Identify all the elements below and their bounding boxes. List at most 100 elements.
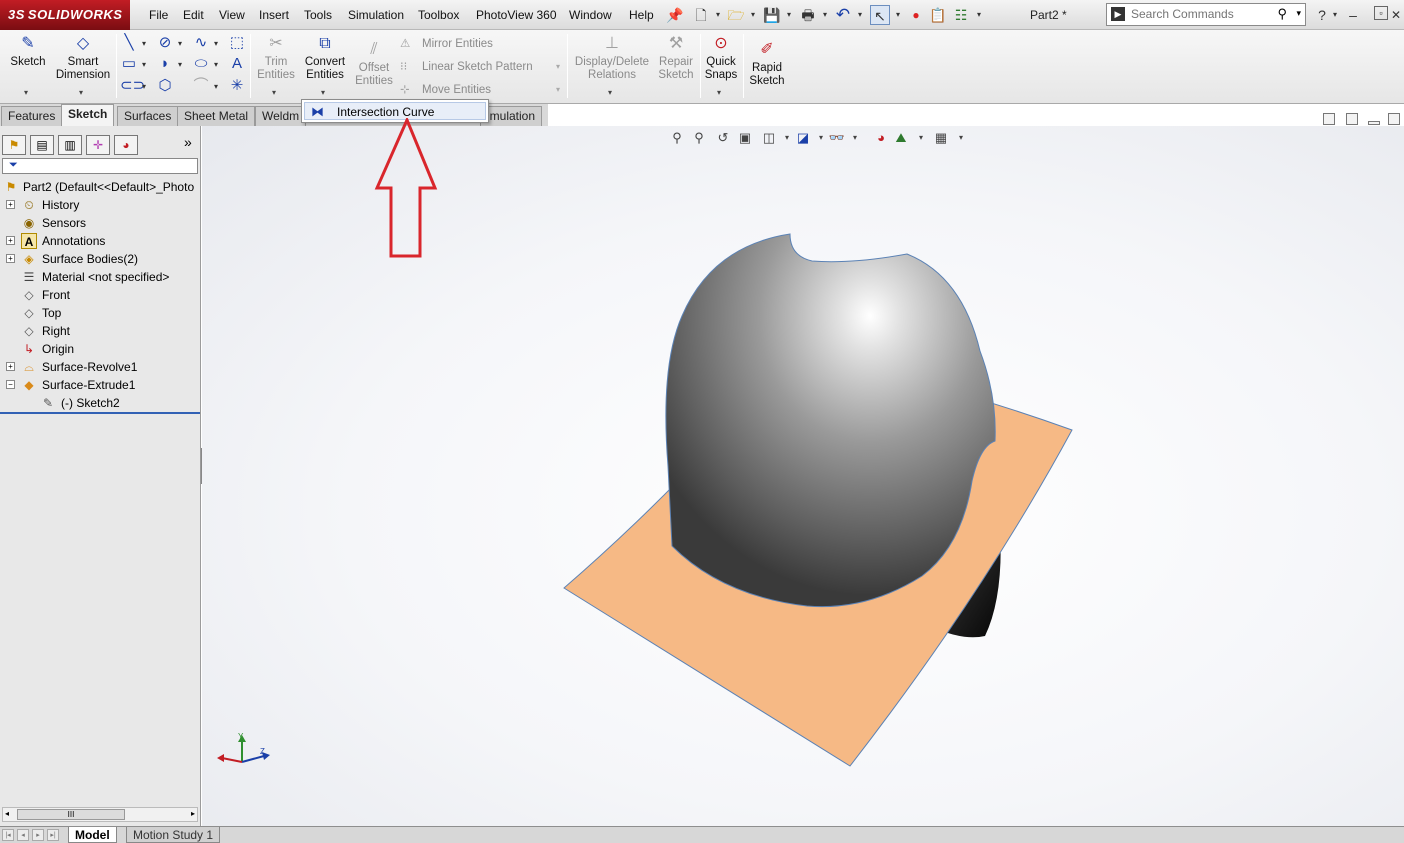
arc-tool-icon[interactable]: ◗ xyxy=(156,55,174,73)
help-dropdown-icon[interactable]: ▾ xyxy=(1330,5,1340,25)
circle-dropdown-icon[interactable]: ▾ xyxy=(178,39,182,48)
tree-item-surface-extrude[interactable]: − ◆ Surface-Extrude1 xyxy=(0,376,200,394)
menu-help[interactable]: Help xyxy=(629,8,654,22)
move-dropdown-icon[interactable]: ▾ xyxy=(556,85,560,94)
tree-filter[interactable]: ⏷ xyxy=(2,158,198,174)
display-manager-icon[interactable]: ◕ xyxy=(114,135,138,155)
slot-dropdown-icon[interactable]: ▾ xyxy=(142,82,146,91)
menu-insert[interactable]: Insert xyxy=(259,8,289,22)
prev-tab-icon[interactable]: ◂ xyxy=(17,829,29,841)
save-dropdown-icon[interactable]: ▾ xyxy=(784,5,794,25)
smart-dimension-dropdown-icon[interactable]: ▾ xyxy=(79,88,83,97)
tree-item-sensors[interactable]: ◉ Sensors xyxy=(0,214,200,232)
expand-icon[interactable]: + xyxy=(6,236,15,245)
tab-sheet-metal[interactable]: Sheet Metal xyxy=(177,106,256,126)
menu-window[interactable]: Window xyxy=(569,8,612,22)
spline-dropdown-icon[interactable]: ▾ xyxy=(214,39,218,48)
line-tool-icon[interactable]: ╲ xyxy=(120,34,138,52)
select-cursor-icon[interactable]: ↖ xyxy=(870,5,890,25)
ellipse-dropdown-icon[interactable]: ▾ xyxy=(214,60,218,69)
print-icon[interactable]: 🖶 xyxy=(799,5,817,25)
save-icon[interactable]: 💾 xyxy=(763,5,781,25)
scroll-left-icon[interactable]: ◂ xyxy=(5,809,9,818)
line-dropdown-icon[interactable]: ▾ xyxy=(142,39,146,48)
tab-sketch[interactable]: Sketch xyxy=(61,104,115,126)
print-dropdown-icon[interactable]: ▾ xyxy=(820,5,830,25)
convert-dropdown-icon[interactable]: ▾ xyxy=(321,88,325,97)
quick-snaps-dropdown-icon[interactable]: ▾ xyxy=(717,88,721,97)
smart-dimension-button[interactable]: ◇ Smart Dimension xyxy=(52,34,114,82)
tree-item-origin[interactable]: ↳ Origin xyxy=(0,340,200,358)
rectangle-dropdown-icon[interactable]: ▾ xyxy=(142,60,146,69)
viewport-split-icon[interactable] xyxy=(1346,113,1358,125)
select-dropdown-icon[interactable]: ▾ xyxy=(893,5,903,25)
expand-icon[interactable]: + xyxy=(6,200,15,209)
linear-pattern-dropdown-icon[interactable]: ▾ xyxy=(556,62,560,71)
tree-item-surface-revolve[interactable]: + ⌓ Surface-Revolve1 xyxy=(0,358,200,376)
menu-photoview[interactable]: PhotoView 360 xyxy=(476,8,557,22)
configuration-manager-icon[interactable]: ▥ xyxy=(58,135,82,155)
linear-sketch-pattern-button[interactable]: ⁝⁝ Linear Sketch Pattern xyxy=(400,59,533,73)
arc-dropdown-icon[interactable]: ▾ xyxy=(178,60,182,69)
viewport-minimize-icon[interactable] xyxy=(1368,121,1380,125)
tree-item-front-plane[interactable]: ◇ Front xyxy=(0,286,200,304)
expand-icon[interactable]: + xyxy=(6,254,15,263)
tab-simulation[interactable]: imulation xyxy=(480,106,543,126)
tree-rollback-bar[interactable] xyxy=(0,412,200,414)
tree-item-history[interactable]: + ⏲ History xyxy=(0,196,200,214)
minimize-window-icon[interactable]: – xyxy=(1346,5,1360,25)
file-properties-icon[interactable]: 📋 xyxy=(929,5,947,25)
feature-manager-tree-icon[interactable]: ⚑ xyxy=(2,135,26,155)
tree-item-surface-bodies[interactable]: + ◈ Surface Bodies(2) xyxy=(0,250,200,268)
mirror-entities-button[interactable]: ⚠ Mirror Entities xyxy=(400,36,493,50)
search-icon[interactable]: ⚲ xyxy=(1277,6,1287,22)
polygon-tool-icon[interactable]: ⬡ xyxy=(156,77,174,95)
trim-entities-button[interactable]: ✂ Trim Entities xyxy=(254,34,298,82)
last-tab-icon[interactable]: ▸| xyxy=(47,829,59,841)
sketch-dropdown-icon[interactable]: ▾ xyxy=(24,88,28,97)
property-manager-icon[interactable]: ▤ xyxy=(30,135,54,155)
new-dropdown-icon[interactable]: ▾ xyxy=(713,5,723,25)
tree-item-top-plane[interactable]: ◇ Top xyxy=(0,304,200,322)
expand-icon[interactable]: + xyxy=(6,362,15,371)
expand-panel-icon[interactable]: » xyxy=(184,134,192,150)
slot-tool-icon[interactable]: ⊂⊃ xyxy=(120,77,145,95)
first-tab-icon[interactable]: |◂ xyxy=(2,829,14,841)
menu-view[interactable]: View xyxy=(219,8,245,22)
tab-motion-study-1[interactable]: Motion Study 1 xyxy=(126,827,221,843)
fillet-dropdown-icon[interactable]: ▾ xyxy=(214,82,218,91)
trim-dropdown-icon[interactable]: ▾ xyxy=(272,88,276,97)
fillet-tool-icon[interactable]: ⌒ xyxy=(192,77,210,95)
tree-item-right-plane[interactable]: ◇ Right xyxy=(0,322,200,340)
menu-tools[interactable]: Tools xyxy=(304,8,332,22)
options-dropdown-icon[interactable]: ▾ xyxy=(974,5,984,25)
tree-item-sketch2[interactable]: ✎ (-) Sketch2 xyxy=(0,394,200,412)
restore-window-icon[interactable]: ▫ xyxy=(1374,6,1388,20)
undo-icon[interactable]: ↶ xyxy=(834,5,852,25)
viewport-tile-icon[interactable] xyxy=(1323,113,1335,125)
menu-edit[interactable]: Edit xyxy=(183,8,204,22)
open-folder-icon[interactable]: 🗁 xyxy=(727,5,745,25)
quick-snaps-button[interactable]: ⊙ Quick Snaps xyxy=(702,34,740,82)
move-entities-button[interactable]: ⊹ Move Entities xyxy=(400,82,491,96)
convert-entities-button[interactable]: ⧉ Convert Entities xyxy=(302,34,348,82)
options-icon[interactable]: ☷ xyxy=(952,5,970,25)
menu-toolbox[interactable]: Toolbox xyxy=(418,8,459,22)
dimxpert-manager-icon[interactable]: ✛ xyxy=(86,135,110,155)
collapse-icon[interactable]: − xyxy=(6,380,15,389)
tab-surfaces[interactable]: Surfaces xyxy=(117,106,179,126)
tab-model[interactable]: Model xyxy=(68,827,117,843)
solidworks-logo[interactable]: 3S SOLIDWORKS xyxy=(0,0,130,30)
rebuild-traffic-light-icon[interactable]: ● xyxy=(909,5,923,25)
pin-icon[interactable]: 📌 xyxy=(666,5,683,25)
next-tab-icon[interactable]: ▸ xyxy=(32,829,44,841)
open-dropdown-icon[interactable]: ▾ xyxy=(748,5,758,25)
tab-weldments[interactable]: Weldm xyxy=(255,106,307,126)
display-delete-relations-button[interactable]: ⊥ Display/Delete Relations xyxy=(572,34,652,82)
offset-entities-button[interactable]: ⫽ Offset Entities xyxy=(352,40,396,88)
horizontal-scrollbar[interactable]: ◂ III ▸ xyxy=(2,807,198,822)
undo-dropdown-icon[interactable]: ▾ xyxy=(855,5,865,25)
construction-geometry-icon[interactable]: ⬚ xyxy=(228,34,246,52)
sketch-button[interactable]: ✎ Sketch xyxy=(6,34,50,69)
point-tool-icon[interactable]: ✳ xyxy=(228,77,246,95)
